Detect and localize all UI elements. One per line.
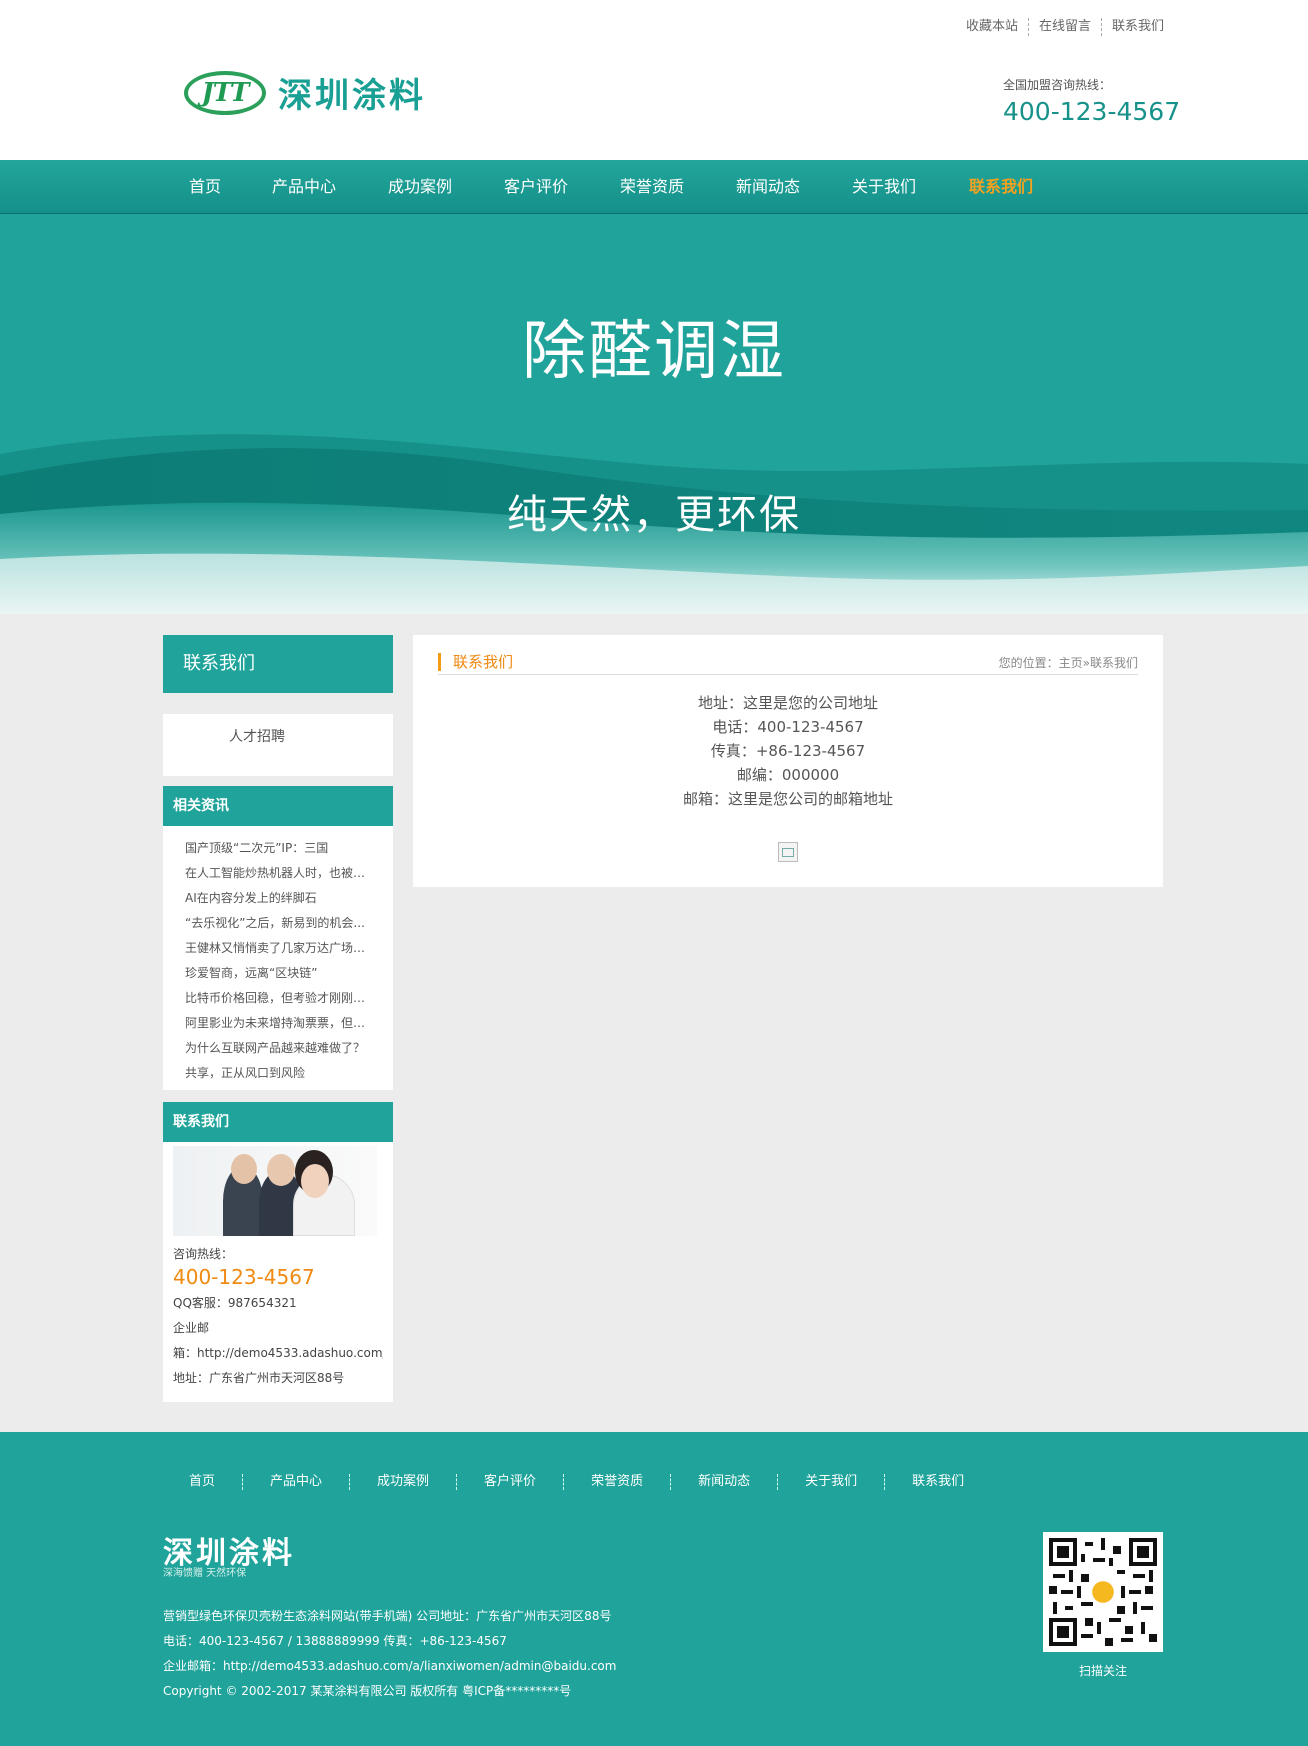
footer-copyright: Copyright © 2002-2017 某某涂料有限公司 版权所有 粤ICP…	[163, 1684, 572, 1698]
footer-nav-news[interactable]: 新闻动态	[670, 1474, 777, 1490]
list-item[interactable]: AI在内容分发上的绊脚石	[163, 886, 375, 911]
message-link[interactable]: 在线留言	[1028, 18, 1101, 36]
contact-hotline: 400-123-4567	[173, 1265, 315, 1289]
contact-link[interactable]: 联系我们	[1101, 18, 1174, 36]
footer-nav-reviews[interactable]: 客户评价	[456, 1474, 563, 1490]
banner-title: 除醛调湿	[522, 315, 786, 389]
list-item[interactable]: 国产顶级“二次元”IP：三国	[163, 836, 375, 861]
related-news-list: 国产顶级“二次元”IP：三国 在人工智能炒热机器人时，也被人... AI在内容分…	[163, 826, 393, 1090]
footer-nav-products[interactable]: 产品中心	[242, 1474, 349, 1490]
sidebar-title: 联系我们	[163, 635, 393, 693]
nav-item-products[interactable]: 产品中心	[272, 160, 336, 214]
contact-qq: QQ客服：987654321	[173, 1296, 297, 1310]
list-item[interactable]: 为什么互联网产品越来越难做了？	[163, 1036, 375, 1061]
footer-nav-about[interactable]: 关于我们	[777, 1474, 884, 1490]
qr-label: 扫描关注	[1078, 1664, 1127, 1678]
nav-item-news[interactable]: 新闻动态	[736, 160, 800, 214]
contact-details: 地址：这里是您的公司地址 电话：400-123-4567 传真：+86-123-…	[413, 691, 1163, 811]
footer-slogan: 深海馈赠 天然环保	[163, 1568, 247, 1579]
list-item[interactable]: 在人工智能炒热机器人时，也被人...	[163, 861, 375, 886]
logo-badge-icon: JTT	[184, 70, 266, 115]
sidebar-item-recruit[interactable]: 人才招聘	[229, 726, 285, 746]
contact-phone-line: 电话：400-123-4567	[712, 718, 864, 736]
contact-email-line: 邮箱：这里是您公司的邮箱地址	[682, 790, 893, 808]
header: 收藏本站 在线留言 联系我们 JTT 深圳涂料 全国加盟咨询热线： 400-12…	[0, 0, 1308, 160]
list-item[interactable]: 珍爱智商，远离“区块链”	[163, 961, 375, 986]
sidebar-contact-title: 联系我们	[163, 1102, 393, 1142]
nav-item-honors[interactable]: 荣誉资质	[620, 160, 684, 214]
qr-code-icon	[1043, 1532, 1163, 1652]
footer-nav-home[interactable]: 首页	[163, 1474, 242, 1490]
header-hotline: 全国加盟咨询热线： 400-123-4567	[1003, 76, 1180, 126]
top-links: 收藏本站 在线留言 联系我们	[966, 18, 1174, 36]
contact-address: 地址：广东省广州市天河区88号	[173, 1371, 345, 1385]
nav-item-about[interactable]: 关于我们	[852, 160, 916, 214]
hero-banner: 除醛调湿 纯天然，更环保	[0, 214, 1308, 614]
footer-nav: 首页 产品中心 成功案例 客户评价 荣誉资质 新闻动态 关于我们 联系我们	[163, 1474, 991, 1490]
nav-item-contact[interactable]: 联系我们	[969, 160, 1033, 214]
nav-item-home[interactable]: 首页	[189, 160, 221, 214]
bookmark-link[interactable]: 收藏本站	[966, 18, 1028, 36]
logo-text: 深圳涂料	[278, 76, 426, 116]
banner-subtitle: 纯天然，更环保	[507, 492, 801, 538]
contact-email-prefix: 企业邮	[173, 1321, 210, 1335]
person-face	[301, 1164, 329, 1198]
sidebar-contact-box: 咨询热线： 400-123-4567 QQ客服：987654321 企业邮 箱：…	[163, 1142, 393, 1402]
main-nav: 首页 产品中心 成功案例 客户评价 荣誉资质 新闻动态 关于我们 联系我们	[0, 160, 1308, 214]
breadcrumb: 您的位置：主页»联系我们	[998, 656, 1138, 670]
person-face	[231, 1154, 257, 1184]
banner-waves	[0, 434, 1308, 614]
nav-item-reviews[interactable]: 客户评价	[504, 160, 568, 214]
list-item[interactable]: “去乐视化”之后，新易到的机会...	[163, 911, 375, 936]
contact-zip-line: 邮编：000000	[736, 766, 840, 784]
footer: 首页 产品中心 成功案例 客户评价 荣誉资质 新闻动态 关于我们 联系我们 深圳…	[0, 1432, 1308, 1746]
related-news-title: 相关资讯	[163, 786, 393, 826]
footer-nav-honors[interactable]: 荣誉资质	[563, 1474, 670, 1490]
footer-info-line: 营销型绿色环保贝壳粉生态涂料网站(带手机端) 公司地址：广东省广州市天河区88号	[163, 1609, 612, 1623]
contact-email: 箱：http://demo4533.adashuo.com/a/lianxiwo…	[173, 1346, 383, 1360]
list-item[interactable]: 王健林又悄悄卖了几家万达广场！...	[163, 936, 375, 961]
content-header: 联系我们 您的位置：主页»联系我们	[438, 653, 1138, 675]
broken-image-icon	[778, 842, 798, 862]
customer-service-photo	[173, 1146, 377, 1236]
footer-info-line: 电话：400-123-4567 / 13888889999 传真：+86-123…	[163, 1634, 507, 1648]
list-item[interactable]: 比特币价格回稳，但考验才刚刚开...	[163, 986, 375, 1011]
list-item[interactable]: 阿里影业为未来增持淘票票，但眼...	[163, 1011, 375, 1036]
sidebar-submenu: 人才招聘	[163, 714, 393, 776]
footer-info-line: 企业邮箱：http://demo4533.adashuo.com/a/lianx…	[163, 1659, 617, 1673]
contact-address-line: 地址：这里是您的公司地址	[697, 694, 878, 712]
contact-hotline-label: 咨询热线：	[173, 1247, 234, 1261]
nav-item-cases[interactable]: 成功案例	[388, 160, 452, 214]
person-face	[267, 1154, 295, 1186]
footer-nav-contact[interactable]: 联系我们	[884, 1474, 991, 1490]
contact-fax-line: 传真：+86-123-4567	[710, 742, 866, 760]
hotline-label: 全国加盟咨询热线：	[1003, 78, 1112, 92]
footer-nav-cases[interactable]: 成功案例	[349, 1474, 456, 1490]
list-item[interactable]: 共享，正从风口到风险	[163, 1061, 375, 1086]
hotline-number: 400-123-4567	[1003, 97, 1181, 126]
footer-info: 营销型绿色环保贝壳粉生态涂料网站(带手机端) 公司地址：广东省广州市天河区88号…	[163, 1604, 616, 1704]
page-title: 联系我们	[438, 653, 513, 671]
main-content: 联系我们 您的位置：主页»联系我们 地址：这里是您的公司地址 电话：400-12…	[413, 635, 1163, 887]
site-logo[interactable]: JTT 深圳涂料	[184, 68, 426, 117]
